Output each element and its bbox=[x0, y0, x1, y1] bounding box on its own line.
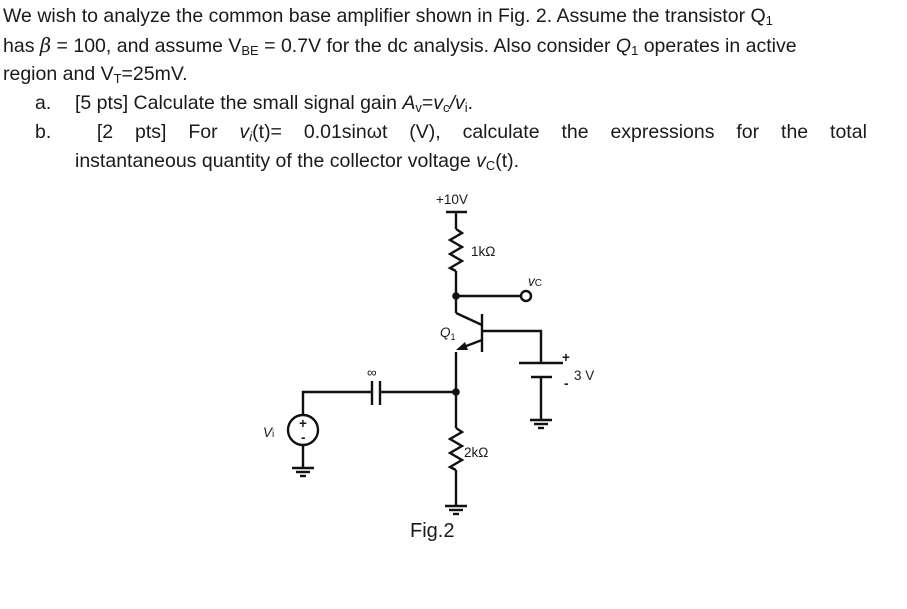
emitter-arrow-icon bbox=[456, 342, 468, 350]
battery-minus: - bbox=[564, 376, 569, 391]
circuit-diagram: +10V 1kΩ vC Q1 ∞ + - 3 V Vi + - 2kΩ bbox=[263, 192, 594, 516]
source-plus: + bbox=[299, 416, 307, 431]
transistor-label-q: Q bbox=[440, 325, 451, 340]
wire-base bbox=[482, 329, 543, 363]
transistor-label: Q1 bbox=[440, 325, 456, 342]
output-label-sub: C bbox=[535, 278, 542, 289]
transistor-collector bbox=[455, 311, 483, 327]
output-label: vC bbox=[528, 274, 542, 289]
junction-dot bbox=[452, 292, 460, 300]
re-label: 2kΩ bbox=[464, 445, 488, 460]
source-label-sub: i bbox=[272, 429, 274, 440]
transistor-label-sub: 1 bbox=[451, 332, 456, 342]
source-minus: - bbox=[301, 430, 306, 445]
battery-plus: + bbox=[562, 350, 570, 365]
resistor-rc bbox=[447, 228, 465, 273]
supply-label: +10V bbox=[436, 192, 468, 207]
junction-dot bbox=[452, 388, 460, 396]
battery-label: 3 V bbox=[574, 368, 594, 383]
source-label: Vi bbox=[263, 425, 274, 440]
rc-label: 1kΩ bbox=[471, 244, 495, 259]
resistor-re bbox=[447, 427, 465, 472]
wire bbox=[301, 390, 371, 415]
capacitor-label: ∞ bbox=[367, 365, 377, 380]
output-terminal bbox=[519, 289, 533, 303]
figure-caption: Fig.2 bbox=[410, 520, 455, 542]
